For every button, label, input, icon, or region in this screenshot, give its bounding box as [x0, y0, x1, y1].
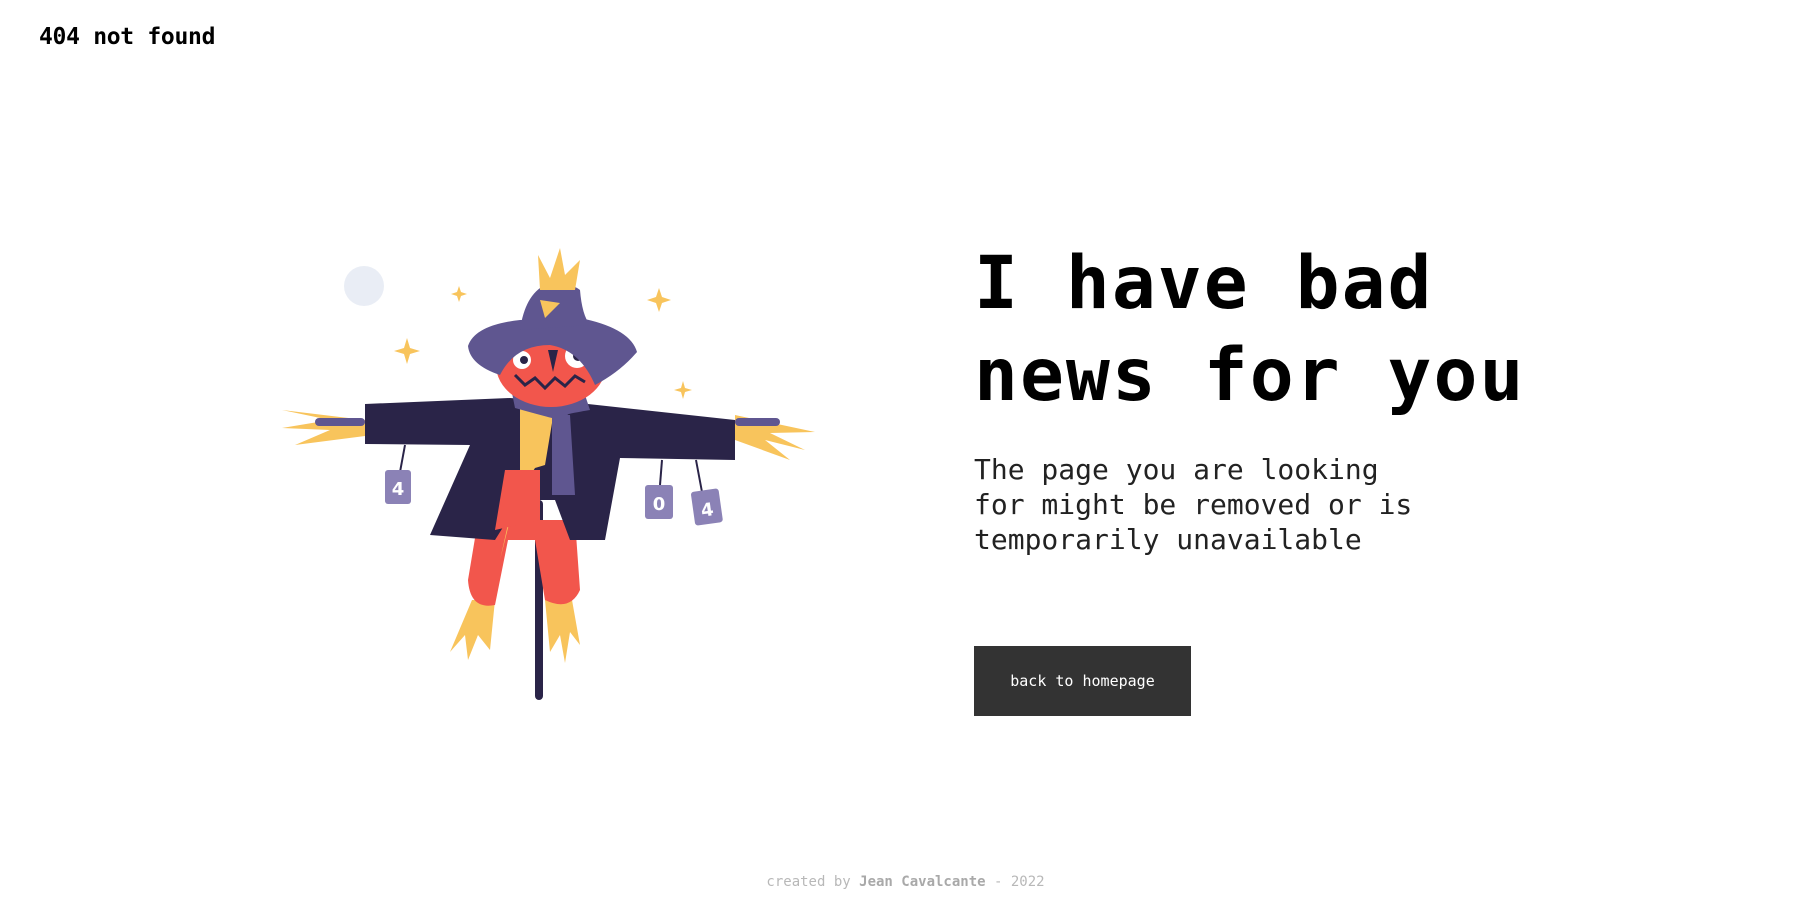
straw-left-hand	[282, 410, 365, 445]
footer-credit: created by Jean Cavalcante - 2022	[0, 874, 1811, 890]
message-section: I have bad news for you The page you are…	[974, 238, 1694, 557]
can-label: 0	[653, 494, 666, 515]
right-sleeve-stripe	[735, 418, 780, 426]
page: 404 not found 4 0 4 I have bad news for …	[0, 0, 1811, 898]
footer-prefix: created by	[766, 874, 851, 890]
can-4-right: 4	[691, 488, 723, 526]
scarecrow-illustration: 4 0 4	[282, 248, 815, 700]
page-headline: I have bad news for you	[974, 241, 1526, 418]
sparkle-icon	[647, 288, 671, 312]
footer-author-link[interactable]: Jean Cavalcante	[859, 874, 985, 890]
back-to-homepage-button[interactable]: back to homepage	[974, 646, 1191, 716]
sparkle-icon	[451, 286, 467, 302]
can-4-left: 4	[385, 470, 411, 504]
footer-suffix: - 2022	[994, 874, 1045, 890]
straw-hair	[538, 248, 580, 290]
left-sleeve-stripe	[315, 418, 365, 426]
can-0-middle: 0	[645, 485, 673, 519]
straw-right-foot	[545, 600, 580, 663]
can-label: 4	[392, 479, 405, 500]
sparkle-icon	[394, 338, 420, 364]
straw-left-foot	[450, 600, 495, 660]
moon-circle	[344, 266, 384, 306]
brand-logo-text[interactable]: 404 not found	[39, 24, 215, 50]
sparkle-icon	[674, 381, 692, 399]
page-description: The page you are looking for might be re…	[974, 453, 1413, 556]
